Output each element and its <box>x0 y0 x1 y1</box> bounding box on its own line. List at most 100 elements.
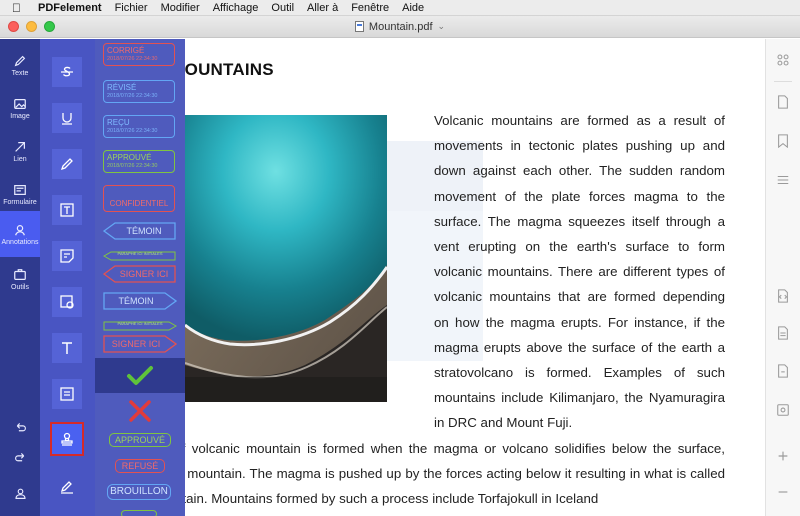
zoom-out-button[interactable] <box>776 485 790 499</box>
plus-icon <box>778 451 788 461</box>
chevron-down-icon: ⌄ <box>437 21 446 31</box>
signature-icon <box>60 481 73 494</box>
paragraph: Volcanic mountains are formed as a resul… <box>434 113 725 431</box>
stamp-initiales-left[interactable]: PARAPHE ICI INITIALES <box>102 248 177 261</box>
sidebar-item-lien[interactable]: Lien <box>0 131 40 171</box>
stamp-recu[interactable]: REÇU 2018/07/26 22:34:30 <box>103 115 175 138</box>
window-controls <box>8 21 55 32</box>
note-tool[interactable] <box>52 241 82 271</box>
stamp-label: PARAPHE ICI INITIALES <box>117 320 163 326</box>
cross-icon <box>129 399 151 422</box>
stamp-label: REÇU <box>107 118 130 127</box>
menu-outil[interactable]: Outil <box>271 0 294 16</box>
sidebar-item-label: Lien <box>13 155 27 163</box>
strikethrough-icon <box>61 66 73 77</box>
menu-aller[interactable]: Aller à <box>307 0 338 16</box>
bookmark-icon <box>778 134 788 149</box>
annotation-toolbar <box>40 39 95 516</box>
menu-aide[interactable]: Aide <box>402 0 424 16</box>
document-view[interactable]: VOLCANIC MOUNTAINS <box>185 39 765 516</box>
redo-button[interactable] <box>0 451 40 464</box>
page-thumbnail-button[interactable] <box>776 95 790 109</box>
menu-app[interactable]: PDFelement <box>38 0 102 16</box>
convert-button[interactable] <box>776 289 790 303</box>
text-icon <box>62 342 72 354</box>
stamp-label: PARAPHE ICI INITIALES <box>117 250 163 256</box>
compare-button[interactable] <box>776 364 790 378</box>
stamp-date: 2018/07/26 22:34:30 <box>107 93 158 99</box>
stamp-brouillon[interactable]: BROUILLON <box>107 484 171 500</box>
comment-tool[interactable] <box>52 379 82 409</box>
minimize-window-button[interactable] <box>26 21 37 32</box>
protect-button[interactable] <box>776 403 790 417</box>
stamp-signer-left[interactable]: SIGNER ICI <box>102 265 177 283</box>
stamp-label: RÉVISÉ <box>107 83 137 92</box>
grid-view-button[interactable] <box>776 53 790 67</box>
volcanic-lake-image[interactable] <box>185 115 387 402</box>
pencil-tool[interactable] <box>52 149 82 179</box>
stamp-revise[interactable]: RÉVISÉ 2018/07/26 22:34:30 <box>103 80 175 103</box>
textbox-tool[interactable] <box>52 195 82 225</box>
menu-fichier[interactable]: Fichier <box>115 0 148 16</box>
apple-menu-icon[interactable]:  <box>12 0 26 16</box>
sidebar-item-outils[interactable]: Outils <box>0 259 40 299</box>
stamp-corrige[interactable]: CORRIGÉ 2018/07/26 22:34:30 <box>103 43 175 66</box>
sidebar-item-texte[interactable]: Texte <box>0 45 40 85</box>
image-icon <box>14 98 26 109</box>
right-rail <box>765 39 800 516</box>
checkmark-icon <box>127 365 153 385</box>
zoom-in-button[interactable] <box>776 449 790 463</box>
stamp-cross[interactable] <box>95 393 185 428</box>
menu-modifier[interactable]: Modifier <box>161 0 200 16</box>
zoom-window-button[interactable] <box>44 21 55 32</box>
shape-tool[interactable] <box>52 287 82 317</box>
stamp-tool[interactable] <box>50 422 84 456</box>
stamp-date: 2018/07/26 22:34:30 <box>107 163 158 169</box>
stamp-approuve[interactable]: APPROUVÉ <box>109 433 171 447</box>
stamp-label: APPROUVÉ <box>107 153 152 162</box>
form-icon <box>14 184 26 195</box>
menu-fenetre[interactable]: Fenêtre <box>351 0 389 16</box>
stamp-temoin-right[interactable]: TÉMOIN <box>103 292 178 310</box>
pdf-file-icon <box>354 21 364 32</box>
outline-button[interactable] <box>776 173 790 187</box>
close-window-button[interactable] <box>8 21 19 32</box>
typewriter-tool[interactable] <box>52 333 82 363</box>
stamp-label: CONFIDENTIEL <box>109 199 169 208</box>
underline-tool[interactable] <box>52 103 82 133</box>
sidebar-item-label: Annotations <box>1 238 39 246</box>
signature-tool[interactable] <box>52 471 82 501</box>
strikethrough-tool[interactable] <box>52 57 82 87</box>
stamp-temoin-left[interactable]: TÉMOIN <box>102 222 177 240</box>
stamp-panel: CORRIGÉ 2018/07/26 22:34:30 RÉVISÉ 2018/… <box>95 39 185 516</box>
link-icon <box>15 141 25 152</box>
page-icon <box>778 95 788 109</box>
sidebar-item-formulaire[interactable]: Formulaire <box>0 174 40 214</box>
document-title[interactable]: Mountain.pdf ⌄ <box>354 21 446 33</box>
sidebar-item-annotations[interactable]: Annotations <box>0 211 40 257</box>
account-button[interactable] <box>0 487 40 500</box>
stamp-initiales-right[interactable]: PARAPHE ICI INITIALES <box>103 318 178 331</box>
ocr-button[interactable] <box>776 326 790 340</box>
convert-icon <box>778 289 788 303</box>
bookmark-button[interactable] <box>776 134 790 149</box>
sidebar-item-image[interactable]: Image <box>0 88 40 128</box>
stamp-partial[interactable] <box>121 510 157 516</box>
stamp-signer-right[interactable]: SIGNER ICI <box>103 335 178 353</box>
stamp-approuve-dated[interactable]: APPROUVÉ 2018/07/26 22:34:30 <box>103 150 175 173</box>
list-icon <box>777 175 789 185</box>
stamp-confidentiel[interactable]: CONFIDENTIEL <box>103 185 175 212</box>
underline-icon <box>62 113 72 125</box>
undo-icon <box>16 423 26 432</box>
menu-affichage[interactable]: Affichage <box>213 0 259 16</box>
undo-button[interactable] <box>0 421 40 434</box>
comment-icon <box>60 387 74 401</box>
menu-bar:  PDFelement Fichier Modifier Affichage … <box>0 0 800 16</box>
annotation-icon <box>15 224 25 235</box>
left-sidebar: Texte Image Lien Formulaire Annotations … <box>0 39 40 516</box>
stamp-check[interactable] <box>95 358 185 393</box>
grid-icon <box>777 54 789 66</box>
sidebar-item-label: Formulaire <box>3 198 37 206</box>
stamp-label: REFUSÉ <box>121 461 159 471</box>
stamp-refuse[interactable]: REFUSÉ <box>115 459 165 473</box>
